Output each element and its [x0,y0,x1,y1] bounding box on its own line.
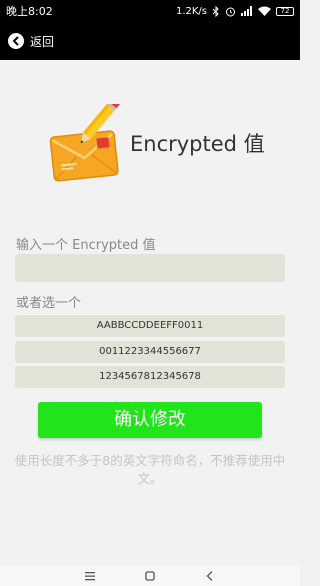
title-bar: 返回 [0,22,300,60]
battery-icon: 72 [276,6,294,16]
signal-icon [241,6,252,16]
option-item[interactable]: 0011223344556677 [15,341,285,363]
system-nav-bar [0,566,300,586]
back-arrow-icon [8,33,24,49]
wifi-icon [258,6,271,16]
page-title: Encrypted 值 [130,132,265,156]
or-choose-label: 或者选一个 [16,296,82,311]
alarm-icon [226,7,235,16]
input-label: 输入一个 Encrypted 值 [16,238,156,253]
confirm-button[interactable]: 确认修改 [38,402,262,438]
option-item[interactable]: 1234567812345678 [15,366,285,388]
hint-text: 使用长度不多于8的英文字符命名，不推荐使用中文。 [14,453,286,486]
encrypted-value-input[interactable] [15,254,285,282]
network-speed: 1.2K/s [175,5,207,17]
menu-icon[interactable] [80,568,100,584]
back-button[interactable]: 返回 [8,33,54,50]
back-chevron-icon[interactable] [200,568,220,584]
status-bar: 晚上8:02 1.2K/s 72 [0,0,300,22]
status-indicators: 1.2K/s 72 [175,5,294,17]
envelope-pencil-icon [49,104,121,182]
hero-header: Encrypted 值 [48,104,278,184]
back-label: 返回 [30,34,55,49]
home-square-icon[interactable] [140,568,160,584]
option-item[interactable]: AABBCCDDEEFF0011 [15,315,285,337]
status-time: 晚上8:02 [6,5,53,18]
bluetooth-icon [212,5,219,17]
